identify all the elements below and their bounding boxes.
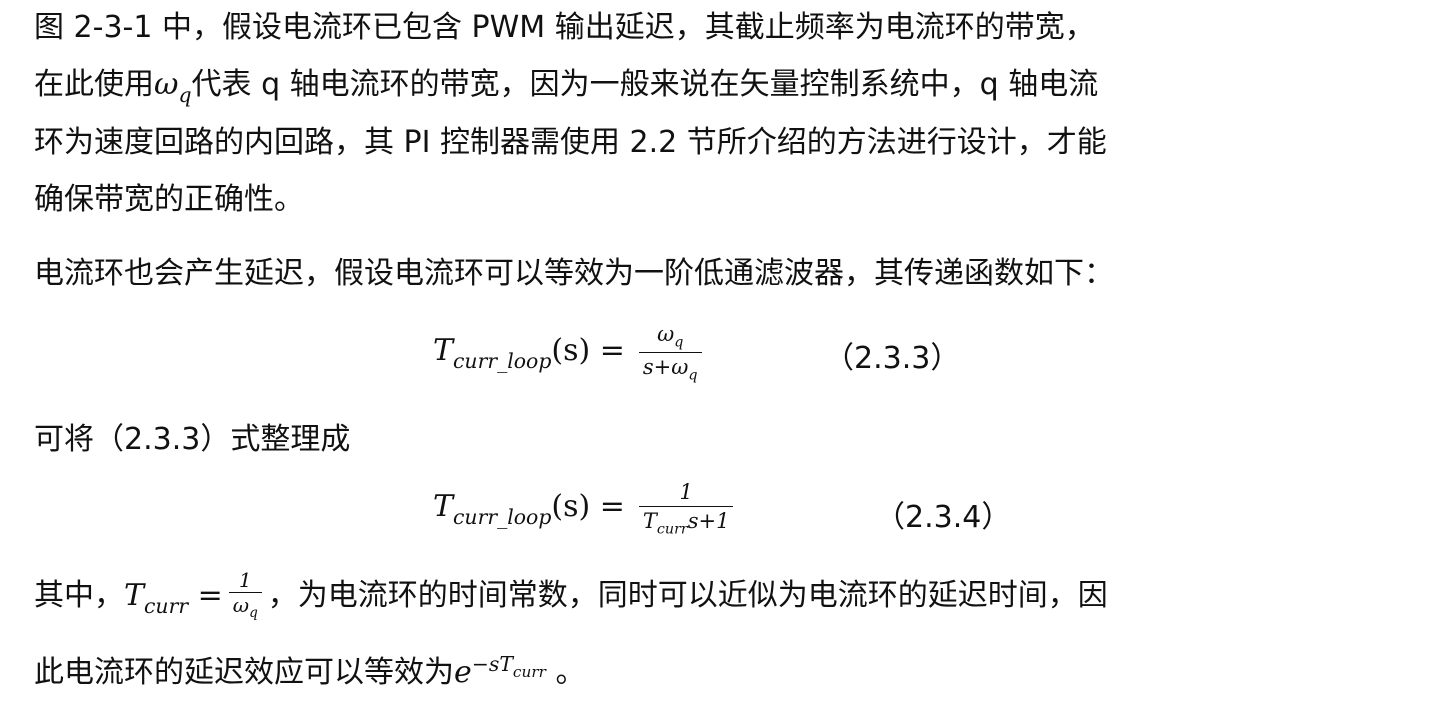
tcurr-equals: = <box>188 578 223 613</box>
para1-line2-start: 在此使用 <box>34 67 154 102</box>
eq2-numerator: 1 <box>679 480 693 504</box>
eq1-number: （2.3.3） <box>824 341 961 376</box>
para4-line1-start: 其中， <box>34 578 124 613</box>
omega-q-symbol: ωq <box>154 67 192 107</box>
tcurr-numerator: 1 <box>238 567 252 592</box>
eq2-fraction: 1 Tcurrs+1 <box>638 480 734 537</box>
tcurr-fraction: 1 ωq <box>228 567 262 624</box>
para1-line2: 在此使用ωq代表 q 轴电流环的带宽，因为一般来说在矢量控制系统中，q 轴电流 <box>34 63 1098 117</box>
para4-line2-start: 此电流环的延迟效应可以等效为 <box>34 655 454 691</box>
equation-2-3-3: Tcurr_loop(s) = ωq s+ωq <box>433 322 702 384</box>
para1-line4: 确保带宽的正确性。 <box>34 182 304 217</box>
para2-line1: 电流环也会产生延迟，假设电流环可以等效为一阶低通滤波器，其传递函数如下： <box>34 256 1114 291</box>
para1-line3: 环为速度回路的内回路，其 PI 控制器需使用 2.2 节所介绍的方法进行设计，才… <box>34 125 1107 160</box>
eq2-number: （2.3.4） <box>875 500 1012 535</box>
eq1-denominator: s+ωq <box>638 352 702 384</box>
equation-2-3-4: Tcurr_loop(s) = 1 Tcurrs+1 <box>433 480 734 537</box>
eq2-denominator: Tcurrs+1 <box>638 506 734 537</box>
para3-line1: 可将（2.3.3）式整理成 <box>34 422 351 457</box>
tcurr-symbol: Tcurr <box>124 578 189 618</box>
para4-line1-end: ，为电流环的时间常数，同时可以近似为电流环的延迟时间，因 <box>267 578 1108 613</box>
para4-line1: 其中，Tcurr = 1 ωq ，为电流环的时间常数，同时可以近似为电流环的延迟时间，… <box>34 568 1108 634</box>
para4-line2-end: 。 <box>545 655 586 691</box>
eq1-numerator: ωq <box>657 322 684 351</box>
eq2-lhs: Tcurr_loop(s) = <box>433 488 625 529</box>
exponential-symbol: e−sTcurr <box>454 652 546 691</box>
eq1-fraction: ωq s+ωq <box>638 322 702 384</box>
para1-line2-end: 代表 q 轴电流环的带宽，因为一般来说在矢量控制系统中，q 轴电流 <box>191 67 1099 102</box>
tcurr-denominator: ωq <box>228 591 262 624</box>
para4-line2: 此电流环的延迟效应可以等效为e−sTcurr 。 <box>34 643 585 694</box>
eq1-lhs: Tcurr_loop(s) = <box>433 333 625 373</box>
para1-line1: 图 2-3-1 中，假设电流环已包含 PWM 输出延迟，其截止频率为电流环的带宽… <box>34 10 1095 45</box>
